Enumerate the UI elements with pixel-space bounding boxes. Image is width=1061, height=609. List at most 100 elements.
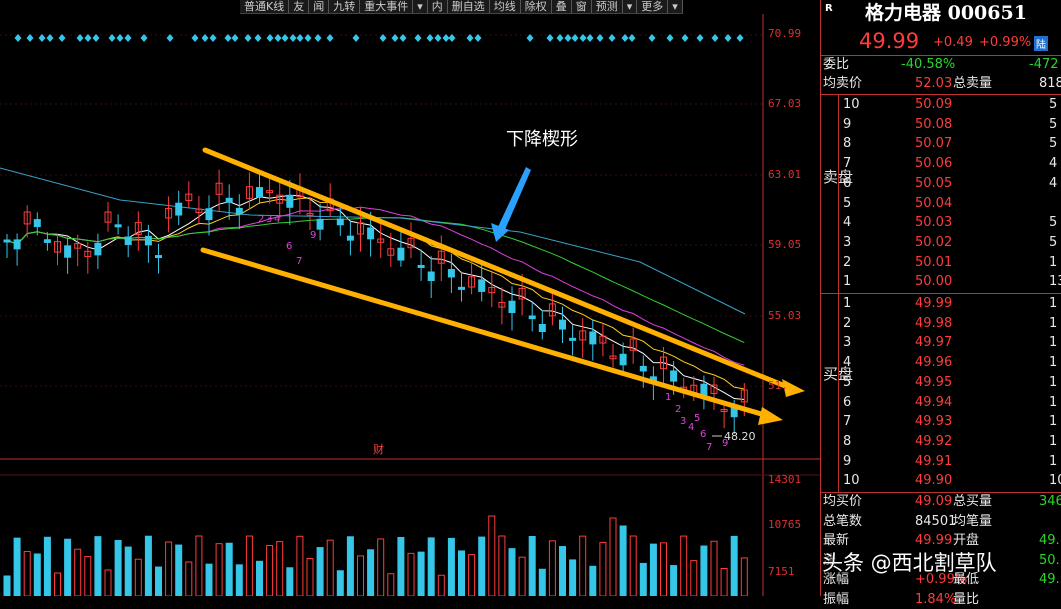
finance-marker[interactable]: 财 — [373, 442, 384, 456]
toolbar-item[interactable]: 窗 — [572, 0, 592, 13]
stats-row: 总笔数 84501 均笔量 — [821, 512, 1061, 531]
toolbar-item[interactable]: 预测 — [592, 0, 623, 13]
quote-panel: R 格力电器 000651 49.99 +0.49 +0.99% 陆 委比 -4… — [820, 0, 1061, 607]
stat-label: 均买价 — [823, 494, 863, 509]
order-level-row[interactable]: 2 49.98 1 — [821, 314, 1061, 333]
signal-dot — [191, 34, 199, 42]
signal-dot — [38, 34, 46, 42]
signal-dot — [26, 34, 34, 42]
order-level-row[interactable]: 4 50.03 5 — [821, 213, 1061, 232]
volume-bar — [74, 548, 82, 596]
falling-wedge-lines — [200, 147, 805, 425]
toolbar-item[interactable]: ▾ — [413, 0, 428, 13]
volume-bar — [104, 569, 112, 596]
order-level: 8 — [843, 433, 852, 449]
price-axis-label: 55.03 — [768, 309, 802, 322]
candle-body — [94, 242, 102, 256]
order-volume: 1 — [1049, 453, 1058, 469]
toolbar-item[interactable]: 更多 — [637, 0, 669, 13]
toolbar-item[interactable]: ▾ — [668, 0, 683, 13]
candle-body — [114, 224, 122, 228]
volume-bar — [670, 565, 678, 596]
signal-dot — [326, 34, 334, 42]
order-volume: 5 — [1049, 116, 1058, 132]
order-level-row[interactable]: 10 50.09 5 — [821, 95, 1061, 114]
order-level-row[interactable]: 6 50.05 4 — [821, 174, 1061, 193]
volume-bar — [417, 551, 425, 596]
td-number: 6 — [286, 241, 292, 252]
signal-dot — [648, 34, 656, 42]
candle-body — [175, 202, 183, 216]
toolbar-item[interactable]: ▾ — [623, 0, 638, 13]
volume-bar — [720, 568, 728, 596]
volume-bar — [660, 542, 667, 596]
total-sell-label: 总卖量 — [953, 76, 993, 91]
avg-sell-label: 均卖价 — [823, 76, 863, 91]
toolbar-item[interactable]: 叠 — [552, 0, 572, 13]
volume-bar — [336, 570, 344, 596]
volume-bar — [700, 545, 708, 596]
toolbar-item[interactable]: 重大事件 — [360, 0, 414, 13]
order-level-row[interactable]: 5 49.95 1 — [821, 373, 1061, 392]
volume-bar — [33, 553, 41, 596]
signal-dot — [108, 34, 116, 42]
order-level-row[interactable]: 2 50.01 1 — [821, 253, 1061, 272]
toolbar-item[interactable]: 删自选 — [448, 0, 490, 13]
order-level-row[interactable]: 1 50.00 13 — [821, 272, 1061, 291]
signal-dot — [546, 34, 554, 42]
candle-body — [144, 235, 152, 246]
volume-bar — [3, 575, 11, 596]
stat-value: 49.09 — [915, 494, 953, 509]
order-level-row[interactable]: 1 49.99 1 — [821, 294, 1061, 313]
stat-label2: 均笔量 — [953, 513, 993, 529]
order-level-row[interactable]: 9 49.91 1 — [821, 452, 1061, 471]
volume-bar — [528, 536, 536, 596]
order-price: 49.98 — [915, 315, 953, 331]
stat-label2: 量比 — [953, 591, 980, 607]
volume-bar — [508, 548, 516, 596]
toolbar-item[interactable]: 均线 — [490, 0, 521, 13]
order-volume: 5 — [1049, 234, 1058, 250]
volume-bar — [43, 536, 51, 596]
order-volume: 1 — [1049, 374, 1058, 390]
signal-dot — [58, 34, 66, 42]
watermark: 头条 @西北割草队 — [822, 551, 997, 575]
td-number: 3 — [680, 416, 686, 427]
order-level-row[interactable]: 8 49.92 1 — [821, 432, 1061, 451]
price-axis-label: 51. — [768, 379, 788, 392]
order-level-row[interactable]: 9 50.08 5 — [821, 115, 1061, 134]
toolbar-item[interactable]: 九转 — [329, 0, 361, 13]
kline-chart-area[interactable]: 23467912345679 财 48.20 普通K线友闻九转 重大事件 ▾ 内删自选… — [0, 0, 820, 596]
volume-bar — [64, 538, 72, 596]
volume-axis-label: 10765 — [768, 518, 802, 531]
order-level-row[interactable]: 3 49.97 1 — [821, 333, 1061, 352]
td-number: 6 — [700, 429, 706, 440]
volume-bar — [225, 542, 233, 596]
order-volume: 1 — [1049, 394, 1058, 410]
toolbar-item[interactable]: 闻 — [309, 0, 330, 13]
order-level-row[interactable]: 10 49.90 10 — [821, 471, 1061, 490]
order-level-row[interactable]: 6 49.94 1 — [821, 393, 1061, 412]
kline-chart[interactable]: 2 3 46791234567 9 财 48.20 — [0, 0, 820, 596]
order-price: 50.05 — [915, 175, 953, 191]
toolbar-item[interactable]: 内 — [428, 0, 448, 13]
signal-dots — [14, 34, 744, 42]
order-level-row[interactable]: 7 50.06 4 — [821, 154, 1061, 173]
candle-body — [64, 245, 72, 258]
toolbar-item[interactable]: 友 — [289, 0, 310, 13]
candle-body — [367, 227, 375, 240]
signal-dot — [586, 34, 594, 42]
signal-dot — [666, 34, 674, 42]
order-level-row[interactable]: 8 50.07 5 — [821, 134, 1061, 153]
order-level-row[interactable]: 3 50.02 5 — [821, 233, 1061, 252]
signal-dot — [571, 34, 579, 42]
order-level-row[interactable]: 4 49.96 1 — [821, 353, 1061, 372]
volume-bars — [3, 515, 748, 596]
panel-vertical-line — [838, 95, 839, 493]
toolbar-item[interactable]: 除权 — [521, 0, 552, 13]
order-price: 49.99 — [915, 296, 953, 311]
stat-value: 1.84% — [915, 591, 957, 607]
toolbar-item[interactable]: 普通K线 — [240, 0, 290, 13]
order-level-row[interactable]: 7 49.93 1 — [821, 412, 1061, 431]
order-level-row[interactable]: 5 50.04 — [821, 194, 1061, 213]
